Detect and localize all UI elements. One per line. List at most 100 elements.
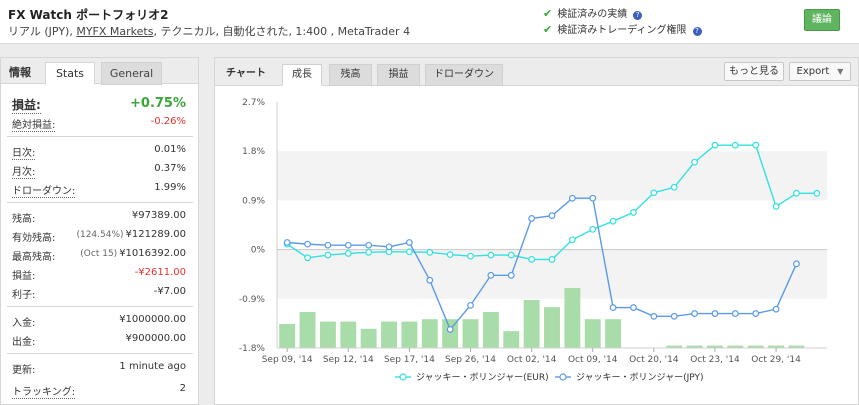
- stat-label: 最高残高:: [12, 252, 56, 263]
- help-icon[interactable]: ?: [692, 27, 702, 36]
- x-tick-label: Sep 17, '14: [384, 355, 435, 365]
- tab-growth[interactable]: 成長: [282, 64, 322, 86]
- stat-amount: ¥1016392.00: [119, 248, 186, 259]
- caret-down-icon: ▼: [837, 67, 844, 76]
- more-button[interactable]: もっと見る: [724, 62, 784, 81]
- legend-label: ジャッキー・ボリンジャー(EUR): [416, 372, 549, 383]
- series-point: [487, 251, 495, 259]
- series-point: [385, 243, 393, 251]
- stat-label: 利子:: [12, 290, 36, 301]
- chart-bar: [584, 319, 601, 348]
- stat-value: 0.37%: [154, 163, 186, 174]
- stat-label: 損益:: [12, 271, 36, 282]
- check-icon: ✔: [543, 7, 553, 20]
- series-point: [711, 310, 719, 317]
- tab-profit[interactable]: 損益: [377, 64, 420, 86]
- info-title: 情報: [9, 66, 31, 79]
- series-point: [467, 301, 474, 309]
- series-point: [344, 250, 352, 257]
- series-point: [487, 271, 495, 279]
- stat-percent: (124.54%): [76, 230, 124, 240]
- chart-bar: [503, 331, 520, 348]
- tab-balance[interactable]: 残高: [329, 64, 372, 86]
- account-type: リアル (JPY),: [8, 25, 77, 38]
- series-point: [630, 304, 637, 311]
- series-point: [650, 189, 658, 197]
- series-point: [772, 203, 780, 210]
- stat-label[interactable]: トラッキング:: [12, 383, 76, 399]
- y-tick-label: 2.7%: [242, 98, 265, 108]
- series-point: [589, 194, 597, 202]
- divider: [7, 306, 193, 307]
- tab-general[interactable]: General: [101, 62, 162, 85]
- stat-value: (Oct 15) ¥1016392.00: [80, 248, 186, 259]
- series-point: [283, 239, 291, 246]
- check-icon: ✔: [543, 23, 553, 36]
- series-point: [324, 251, 332, 259]
- stats-panel: 情報 Stats General 損益: +0.75% 絶対損益: -0.26%…: [0, 57, 199, 405]
- stat-abs-gain: 絶対損益: -0.26%: [12, 116, 186, 132]
- growth-chart: 2.7% 1.8% 0.9% 0% -0.9% -1.8% Sep 09, '14 Sep …: [215, 88, 858, 404]
- stat-value: 2: [179, 383, 186, 394]
- x-axis-ticks: Sep 09, '14 Sep 12, '14 Sep 17, '14 Sep 26,…: [262, 348, 801, 365]
- chart-tabs: チャート 成長 残高 損益 ドローダウン もっと見る Export ▼: [215, 58, 858, 86]
- tab-drawdown[interactable]: ドローダウン: [425, 64, 503, 86]
- stat-value: 1.99%: [154, 182, 186, 193]
- stat-withdrawals: 出金: ¥900000.00: [12, 333, 186, 348]
- series-point: [507, 271, 515, 279]
- series-point: [752, 141, 760, 149]
- verified-trading-privileges: ✔ 検証済みトレーディング権限?: [543, 21, 702, 36]
- account-info: , テクニカル, 自動化された, 1:400 , MetaTrader 4: [153, 25, 411, 38]
- stat-highest: 最高残高: (Oct 15) ¥1016392.00: [12, 248, 186, 263]
- series-point: [446, 326, 454, 333]
- discuss-button[interactable]: 議論: [804, 9, 840, 31]
- chart-bar: [421, 319, 438, 348]
- tab-stats[interactable]: Stats: [45, 62, 95, 85]
- stat-profit: 損益: -¥2611.00: [12, 267, 186, 282]
- series-point: [793, 260, 800, 268]
- series-point: [548, 256, 556, 263]
- stat-value: +0.75%: [130, 96, 186, 111]
- x-tick-label: Oct 09, '14: [568, 355, 618, 365]
- stat-label[interactable]: ドローダウン:: [12, 182, 76, 198]
- series-point: [528, 256, 536, 263]
- chart-bar: [401, 321, 418, 348]
- series-point: [568, 194, 576, 202]
- stat-value: ¥97389.00: [131, 210, 186, 221]
- broker-link[interactable]: MYFX Markets: [76, 25, 153, 38]
- stat-value: (124.54%) ¥121289.00: [76, 229, 186, 240]
- chart-bar: [381, 321, 397, 348]
- stat-label: 更新:: [12, 365, 36, 376]
- series-point: [548, 212, 556, 220]
- stat-label[interactable]: 損益:: [12, 96, 41, 114]
- stat-label[interactable]: 日次:: [12, 144, 36, 160]
- stat-date: (Oct 15): [80, 249, 118, 259]
- series-point: [772, 305, 780, 313]
- series-point: [406, 248, 413, 256]
- series-point: [691, 158, 698, 166]
- portfolio-title: FX Watch ポートフォリオ2: [8, 8, 169, 22]
- series-point: [344, 241, 352, 249]
- chart-bar: [340, 321, 357, 348]
- x-tick-label: Oct 23, '14: [690, 355, 740, 365]
- stat-value: -0.26%: [150, 116, 186, 127]
- divider: [7, 136, 193, 137]
- stat-label[interactable]: 絶対損益:: [12, 116, 56, 132]
- stat-label[interactable]: 月次:: [12, 163, 36, 179]
- chart-svg: 2.7%1.8%0.9%0%-0.9%-1.8% Sep 09, '14 Sep …: [239, 98, 827, 383]
- help-icon[interactable]: ?: [633, 11, 643, 20]
- export-button[interactable]: Export ▼: [789, 62, 851, 81]
- x-tick-label: Sep 09, '14: [262, 355, 313, 365]
- chart-bar: [523, 300, 540, 348]
- series-point: [752, 310, 760, 317]
- stat-value: ¥1000000.00: [119, 314, 186, 325]
- export-label: Export: [796, 66, 830, 77]
- legend-label: ジャッキー・ボリンジャー(JPY): [576, 372, 704, 383]
- stat-balance: 残高: ¥97389.00: [12, 210, 186, 225]
- series-point: [731, 141, 739, 149]
- series-point: [609, 217, 617, 225]
- account-header: FX Watch ポートフォリオ2 リアル (JPY), MYFX Market…: [0, 0, 859, 44]
- verified-trading-label: 検証済みトレーディング権限: [557, 25, 687, 36]
- stat-deposits: 入金: ¥1000000.00: [12, 314, 186, 329]
- divider: [7, 202, 193, 203]
